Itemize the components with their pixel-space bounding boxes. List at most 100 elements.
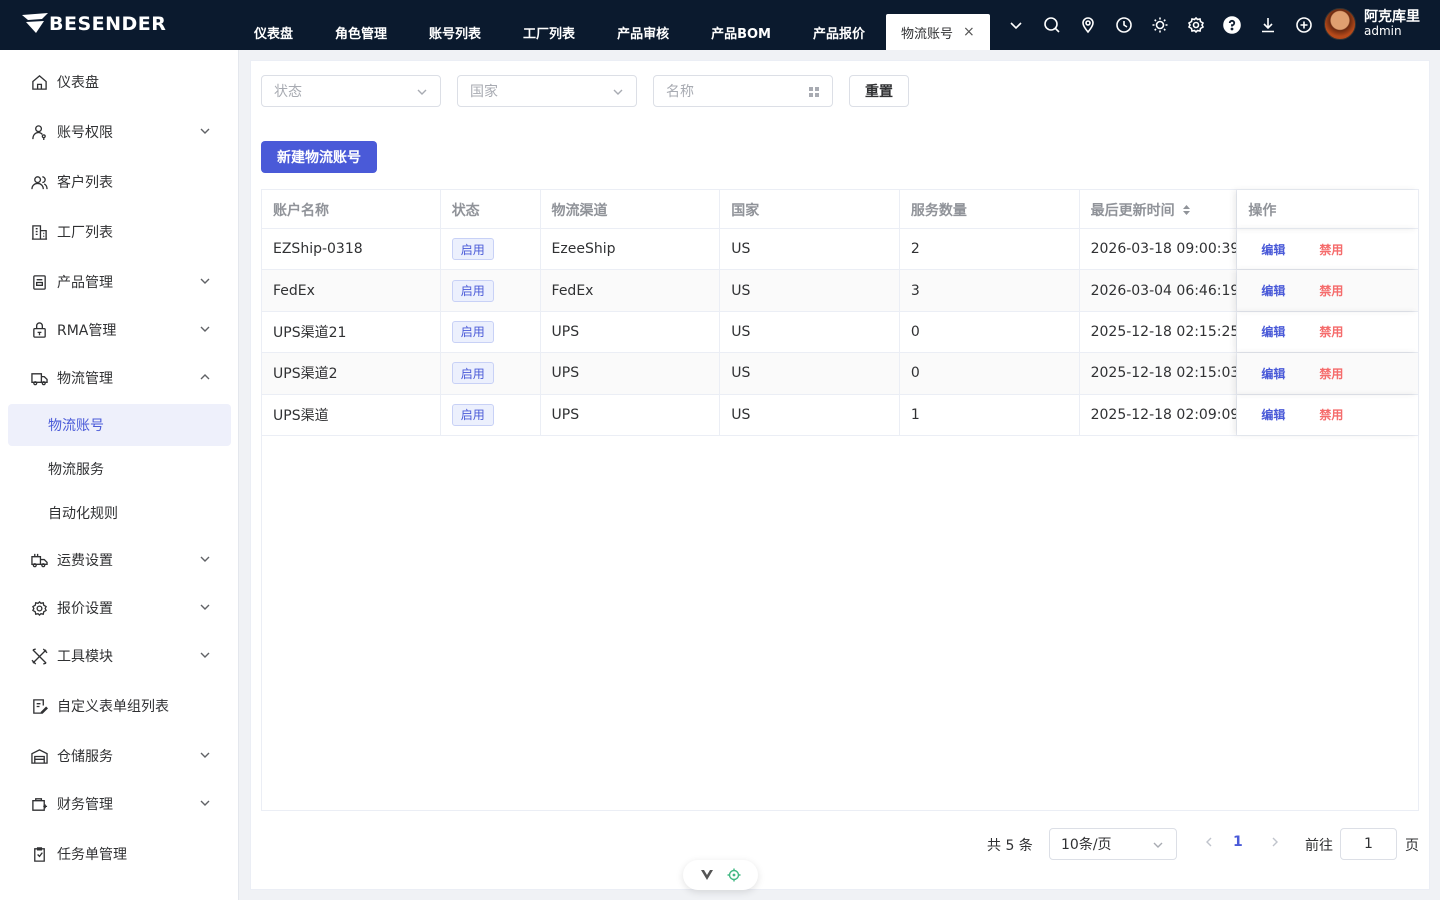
tab-roles[interactable]: 角色管理 [314,14,408,50]
sidebar-item-logistics[interactable]: 物流管理 [8,357,231,399]
status-badge: 启用 [451,320,494,343]
disable-link[interactable]: 禁用 [1319,365,1343,382]
rma-icon [30,321,48,339]
disable-link[interactable]: 禁用 [1319,241,1343,258]
chevron-down-icon [199,275,211,287]
cell-account-name: UPS渠道 [262,394,441,435]
edit-link[interactable]: 编辑 [1261,365,1285,382]
sidebar-item-custom-forms[interactable]: 自定义表单组列表 [8,685,231,727]
help-icon[interactable] [1214,0,1250,50]
logo-text: BESENDER [49,13,167,35]
page-size-select[interactable]: 10条/页 [1049,828,1177,860]
edit-link[interactable]: 编辑 [1261,406,1285,423]
freight-icon [30,551,48,569]
tab-product-bom[interactable]: 产品BOM [690,14,792,50]
tab-dashboard[interactable]: 仪表盘 [233,14,314,50]
reset-button[interactable]: 重置 [849,75,909,107]
form-icon [30,697,48,715]
logo-mark-icon [22,13,48,33]
cell-account-name: UPS渠道2 [262,353,441,394]
tab-label: 账号列表 [429,26,482,42]
disable-link[interactable]: 禁用 [1319,323,1343,340]
gear-icon[interactable] [1178,0,1214,50]
sidebar-subitem-logistics-service[interactable]: 物流服务 [8,448,231,490]
sidebar-item-quote-settings[interactable]: 报价设置 [8,587,231,629]
status-filter[interactable]: 状态 [261,75,441,107]
sidebar-subitem-logistics-account[interactable]: 物流账号 [8,404,231,446]
download-icon[interactable] [1250,0,1286,50]
edit-link[interactable]: 编辑 [1261,323,1285,340]
new-logistics-account-button[interactable]: 新建物流账号 [261,141,377,173]
sidebar-item-factories[interactable]: 工厂列表 [8,211,231,253]
plus-circle-icon[interactable] [1286,0,1322,50]
vue-logo-icon[interactable] [700,868,714,882]
prev-page-icon[interactable] [1203,836,1219,852]
sun-icon[interactable] [1142,0,1178,50]
sidebar-item-label: 财务管理 [57,797,113,813]
sidebar-item-tools[interactable]: 工具模块 [8,635,231,677]
sidebar-item-freight-settings[interactable]: 运费设置 [8,539,231,581]
goto-page-input[interactable]: 1 [1340,828,1397,860]
cell-country: US [720,311,900,353]
toolbar [998,0,1322,50]
cell-service-count: 0 [900,311,1080,353]
target-icon[interactable] [727,868,741,882]
next-page-icon[interactable] [1269,836,1285,852]
sidebar-item-tasks[interactable]: 任务单管理 [8,833,231,875]
sidebar-item-label: 仪表盘 [57,75,99,91]
tab-factories[interactable]: 工厂列表 [502,14,596,50]
top-bar: BESENDER 仪表盘 角色管理 账号列表 工厂列表 产品审核 产品BOM 产… [0,0,1440,50]
tab-label: 工厂列表 [523,26,576,42]
sidebar-item-account-permissions[interactable]: 账号权限 [8,111,231,153]
sidebar-subitem-automation-rules[interactable]: 自动化规则 [8,492,231,534]
app-logo[interactable]: BESENDER [22,13,166,35]
column-header: 国家 [720,190,900,229]
location-icon[interactable] [1070,0,1106,50]
tab-product-quote[interactable]: 产品报价 [792,14,886,50]
sidebar-item-dashboard[interactable]: 仪表盘 [8,61,231,103]
cell-service-count: 2 [900,229,1080,270]
cell-service-count: 1 [900,394,1080,435]
sidebar-item-products[interactable]: 产品管理 [8,261,231,303]
table-row: UPS渠道2 启用 UPS US 0 2025-12-18 02:15:03 编… [262,353,1418,395]
column-header-sortable[interactable]: 最后更新时间 [1080,190,1238,229]
tab-product-review[interactable]: 产品审核 [596,14,690,50]
disable-link[interactable]: 禁用 [1319,282,1343,299]
country-filter[interactable]: 国家 [457,75,637,107]
sidebar-item-label: 物流管理 [57,371,113,387]
cell-updated-time: 2025-12-18 02:15:03 [1080,353,1238,394]
user-menu[interactable]: 阿克库里 admin [1324,8,1420,40]
column-header: 物流渠道 [541,190,721,229]
sidebar-item-warehouse[interactable]: 仓储服务 [8,735,231,777]
chevron-down-icon [199,323,211,335]
sidebar-item-rma[interactable]: RMA管理 [8,309,231,351]
status-filter-placeholder: 状态 [274,84,302,100]
sidebar-item-customers[interactable]: 客户列表 [8,161,231,203]
sidebar-item-label: 仓储服务 [57,749,113,765]
finance-icon [30,795,48,813]
sidebar: 仪表盘 账号权限 客户列表 工厂列表 产品管理 RMA管理 物流管理 物流账号 … [0,50,239,900]
cell-channel: EzeeShip [541,229,721,270]
cell-service-count: 0 [900,353,1080,394]
chevron-down-icon [612,86,624,98]
edit-link[interactable]: 编辑 [1261,282,1285,299]
sidebar-item-label: RMA管理 [57,323,117,339]
users-icon [30,173,48,191]
pagination-total: 共 5 条 [987,838,1033,854]
page-number[interactable]: 1 [1233,834,1243,850]
edit-link[interactable]: 编辑 [1261,241,1285,258]
clock-icon[interactable] [1106,0,1142,50]
tab-accounts[interactable]: 账号列表 [408,14,502,50]
cell-updated-time: 2025-12-18 02:15:25 [1080,311,1238,353]
sort-icon[interactable] [1182,204,1191,216]
chevron-down-icon[interactable] [998,0,1034,50]
close-icon[interactable]: × [963,24,975,40]
chevron-down-icon [416,86,428,98]
tab-logistics-account[interactable]: 物流账号 × [886,14,990,50]
search-icon[interactable] [1034,0,1070,50]
cell-country: US [720,394,900,435]
sidebar-item-finance[interactable]: 财务管理 [8,783,231,825]
disable-link[interactable]: 禁用 [1319,406,1343,423]
name-filter[interactable]: 名称 [653,75,833,107]
cell-status: 启用 [441,394,541,435]
